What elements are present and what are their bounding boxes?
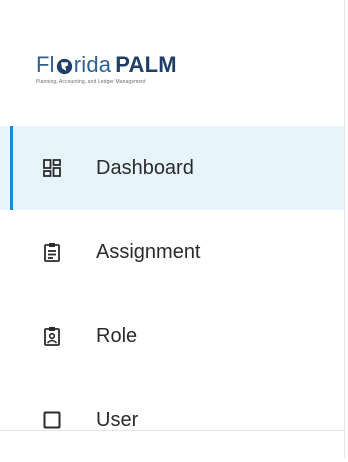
nav-label-assignment: Assignment: [96, 241, 201, 263]
badge-icon: [44, 327, 60, 346]
logo-tagline: Planning, Accounting, and Ledger Managem…: [36, 79, 146, 85]
clipboard-icon: [44, 243, 60, 262]
sidebar-bottom-divider: [0, 430, 344, 431]
logo-text-rida: rida: [73, 52, 112, 77]
logo-o-icon: [56, 58, 72, 74]
sidebar-right-divider: [344, 0, 345, 458]
nav-label-user: User: [96, 409, 139, 431]
square-icon: [43, 411, 61, 429]
logo-text-palm: PALM: [115, 52, 177, 77]
sidebar: Fl rida PALM Planning, Accounting, and L…: [0, 0, 344, 458]
nav-label-dashboard: Dashboard: [96, 157, 194, 179]
nav-item-role[interactable]: Role: [0, 294, 344, 378]
dashboard-icon: [43, 159, 61, 177]
nav-label-role: Role: [96, 325, 138, 347]
nav-item-user[interactable]: User: [0, 378, 344, 462]
nav-item-dashboard[interactable]: Dashboard: [0, 126, 344, 210]
nav-menu: Dashboard Assignment Role User: [0, 126, 344, 462]
logo-text-fl: Fl: [36, 52, 55, 77]
logo-wordmark: Fl rida PALM: [36, 52, 236, 78]
florida-palm-logo[interactable]: Fl rida PALM Planning, Accounting, and L…: [36, 52, 236, 92]
nav-item-assignment[interactable]: Assignment: [0, 210, 344, 294]
